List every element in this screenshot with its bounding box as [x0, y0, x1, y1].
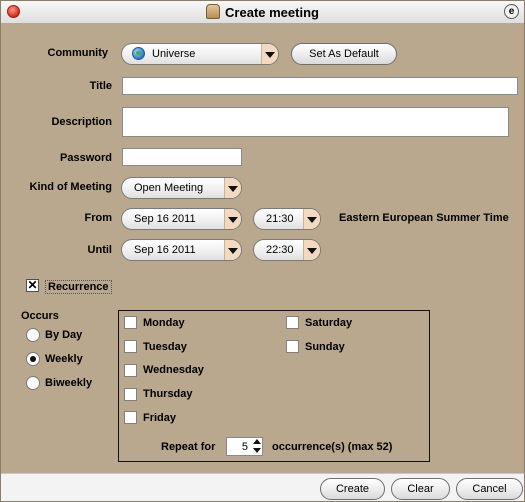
title-bar: Create meeting e: [1, 1, 524, 24]
occurrences-label: occurrence(s) (max 52): [272, 441, 393, 453]
recurrence-checkbox[interactable]: ✕: [26, 279, 39, 292]
radio-biweekly[interactable]: [26, 376, 40, 390]
radio-by-day[interactable]: [26, 328, 40, 342]
collapse-toolbar-icon[interactable]: e: [504, 4, 519, 19]
weekly-label: Weekly: [45, 353, 83, 365]
description-textarea[interactable]: [122, 107, 509, 137]
community-value: Universe: [152, 48, 196, 60]
from-date-value: Sep 16 2011: [134, 213, 196, 225]
kind-of-meeting-value: Open Meeting: [134, 182, 204, 194]
chevron-down-icon: [224, 240, 241, 260]
password-input[interactable]: [122, 148, 242, 166]
window-title: Create meeting: [1, 4, 524, 20]
description-label: Description: [51, 116, 112, 128]
app-icon: [206, 4, 221, 19]
wednesday-checkbox[interactable]: [124, 364, 137, 377]
days-panel: [118, 310, 430, 462]
occurs-label: Occurs: [21, 310, 59, 322]
until-date-select[interactable]: Sep 16 2011: [121, 239, 242, 261]
window-title-text: Create meeting: [225, 5, 319, 20]
until-label: Until: [87, 244, 112, 256]
create-meeting-window: Create meeting e Community Universe Set …: [0, 0, 525, 502]
title-label: Title: [89, 80, 112, 92]
chevron-down-icon: [224, 178, 241, 198]
stepper-down-icon[interactable]: [253, 448, 261, 453]
wednesday-label: Wednesday: [143, 364, 204, 376]
repeat-for-label: Repeat for: [161, 441, 216, 453]
from-label: From: [84, 212, 113, 224]
cancel-button[interactable]: Cancel: [456, 478, 523, 500]
biweekly-label: Biweekly: [45, 377, 93, 389]
until-time-select[interactable]: 22:30: [253, 239, 321, 261]
until-time-value: 22:30: [266, 244, 294, 256]
kind-of-meeting-label: Kind of Meeting: [29, 181, 113, 193]
tuesday-label: Tuesday: [143, 341, 187, 353]
kind-of-meeting-select[interactable]: Open Meeting: [121, 177, 242, 199]
until-date-value: Sep 16 2011: [134, 244, 196, 256]
friday-label: Friday: [143, 412, 177, 424]
clear-button[interactable]: Clear: [391, 478, 450, 500]
globe-icon: [132, 47, 145, 60]
from-time-value: 21:30: [266, 213, 294, 225]
monday-label: Monday: [143, 317, 185, 329]
timezone-label: Eastern European Summer Time: [339, 212, 509, 224]
community-select[interactable]: Universe: [121, 43, 279, 65]
radio-weekly[interactable]: [26, 352, 40, 366]
thursday-checkbox[interactable]: [124, 388, 137, 401]
community-label: Community: [47, 47, 109, 59]
create-button[interactable]: Create: [320, 478, 385, 500]
title-input[interactable]: [122, 77, 518, 95]
thursday-label: Thursday: [143, 388, 193, 400]
from-time-select[interactable]: 21:30: [253, 208, 321, 230]
password-label: Password: [60, 152, 112, 164]
chevron-down-icon: [303, 209, 320, 229]
chevron-down-icon: [224, 209, 241, 229]
repeat-count-value: 5: [241, 441, 248, 453]
saturday-label: Saturday: [305, 317, 353, 329]
recurrence-label: Recurrence: [45, 280, 112, 294]
by-day-label: By Day: [45, 329, 83, 341]
chevron-down-icon: [261, 44, 278, 64]
sunday-label: Sunday: [305, 341, 345, 353]
chevron-down-icon: [303, 240, 320, 260]
saturday-checkbox[interactable]: [286, 316, 299, 329]
set-as-default-button[interactable]: Set As Default: [291, 43, 397, 65]
monday-checkbox[interactable]: [124, 316, 137, 329]
stepper-up-icon[interactable]: [253, 439, 261, 444]
from-date-select[interactable]: Sep 16 2011: [121, 208, 242, 230]
tuesday-checkbox[interactable]: [124, 340, 137, 353]
repeat-count-stepper[interactable]: 5: [226, 437, 263, 456]
sunday-checkbox[interactable]: [286, 340, 299, 353]
friday-checkbox[interactable]: [124, 411, 137, 424]
